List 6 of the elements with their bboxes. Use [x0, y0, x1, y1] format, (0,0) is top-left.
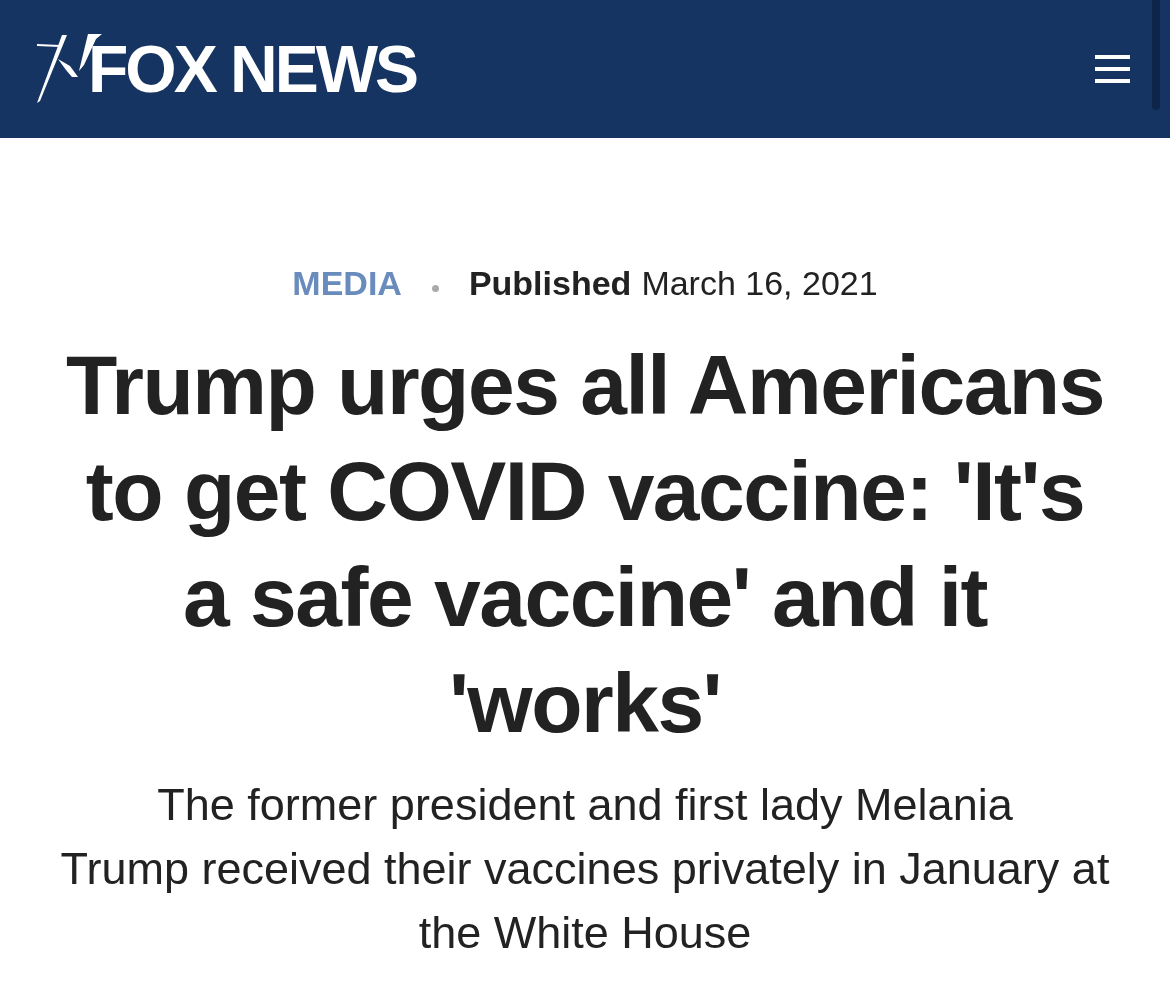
published-label: Published: [468, 266, 632, 300]
logo-text[interactable]: FOX NEWS: [88, 36, 416, 102]
publish-date: March 16, 2021: [641, 266, 878, 300]
article-subheadline: The former president and first lady Melania Trump received their vaccines privately in January at the White House: [59, 778, 1111, 960]
article-headline: Trump urges all Americans to get COVID vaccine: 'It's a safe vaccine' and it 'works': [65, 337, 1105, 752]
menu-icon: [1094, 55, 1130, 83]
